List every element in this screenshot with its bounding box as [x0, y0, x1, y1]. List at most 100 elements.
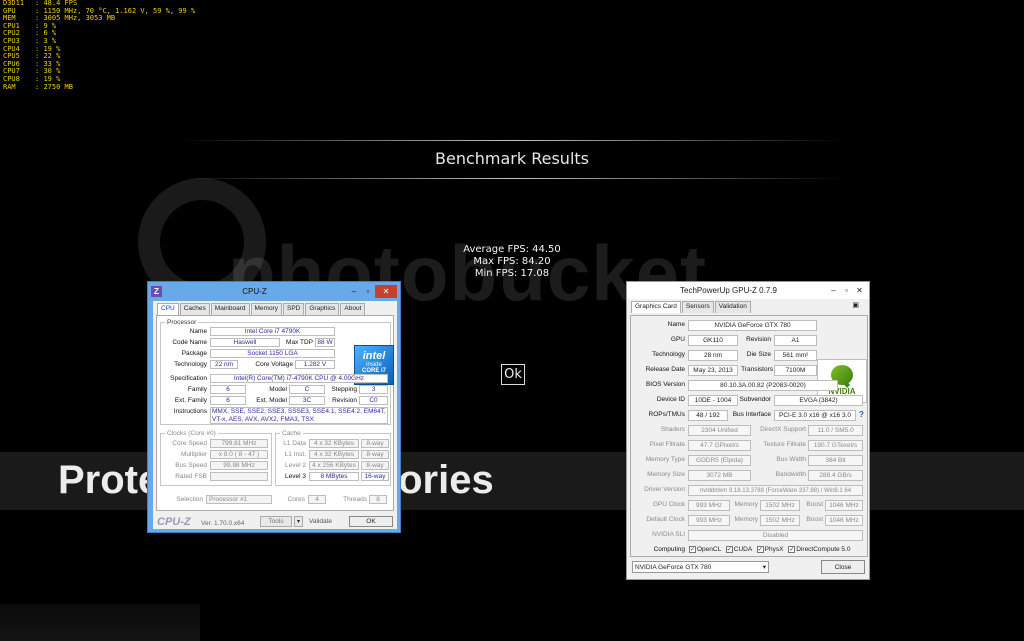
validate-button[interactable]: Validate [309, 518, 332, 525]
sli-label: NVIDIA SLI [652, 531, 685, 538]
tab-graphics[interactable]: Graphics [305, 303, 340, 315]
osd-line: CPU8: 19 % [3, 75, 195, 84]
l2-way: 8-way [361, 461, 389, 470]
codename-label: Code Name [172, 339, 207, 346]
camera-icon[interactable]: ▣ [852, 301, 859, 313]
tools-dropdown-icon[interactable]: ▾ [294, 516, 303, 527]
benchmark-title: Benchmark Results [435, 149, 589, 168]
card-select-dropdown[interactable]: NVIDIA GeForce GTX 780 ▾ [632, 561, 769, 573]
extfamily-value: 6 [210, 396, 246, 405]
divider-bottom [180, 178, 845, 179]
directcompute-checkbox[interactable]: ✓ [788, 546, 796, 553]
maximize-icon[interactable]: ▫ [361, 287, 375, 296]
corespeed-label: Core Speed [172, 440, 207, 447]
tab-mainboard[interactable]: Mainboard [210, 303, 250, 315]
minimize-icon[interactable]: – [827, 286, 840, 295]
memtype-label: Memory Type [645, 456, 685, 463]
deviceid-value: 10DE - 1004 [688, 395, 738, 406]
stepping-value: 3 [359, 385, 388, 394]
memsize-label: Memory Size [647, 471, 685, 478]
l2-label: Level 2 [285, 462, 306, 469]
maximize-icon[interactable]: ▫ [840, 286, 853, 295]
transistors-label: Transistors [741, 366, 773, 373]
minimize-icon[interactable]: – [347, 287, 361, 296]
row-driver: Driver Version nvlddmkm 9.18.13.3788 (Fo… [635, 484, 871, 497]
row-rops: ROPs/TMUs 48 / 192 Bus Interface PCI-E 3… [635, 409, 871, 422]
memory-value: 1502 MHz [760, 500, 800, 511]
tab-caches[interactable]: Caches [179, 303, 210, 315]
close-icon[interactable]: ✕ [853, 286, 866, 295]
family-label: Family [187, 386, 207, 393]
defboost-value: 1046 MHz [825, 515, 863, 526]
sli-value: Disabled [688, 530, 863, 541]
gpuz-close-button[interactable]: Close [821, 560, 865, 574]
opencl-checkbox[interactable]: ✓ [689, 546, 696, 553]
cpuz-titlebar[interactable]: Z CPU-Z – ▫ ✕ [148, 282, 400, 300]
memory-label: Memory [734, 501, 758, 508]
maxtdp-label: Max TDP [286, 339, 313, 346]
extmodel-label: Ext. Model [256, 397, 287, 404]
l1i-value: 4 x 32 KBytes [309, 450, 359, 459]
l1i-way: 8-way [361, 450, 389, 459]
bios-save-icon[interactable]: ◆ [844, 380, 850, 389]
corespeed-value: 799.81 MHz [210, 439, 268, 448]
cuda-label: CUDA [733, 546, 752, 554]
benchmark-ok-button[interactable]: Ok [501, 364, 525, 385]
row-defclock: Default Clock 993 MHz Memory 1502 MHz Bo… [635, 514, 871, 527]
row-name: Name NVIDIA GeForce GTX 780 [635, 319, 871, 332]
row-deviceid: Device ID 10DE - 1004 Subvendor EVGA (38… [635, 394, 871, 407]
max-fps: Max FPS: 84.20 [473, 256, 551, 267]
revision-value: C0 [359, 396, 388, 405]
cpuz-window: Z CPU-Z – ▫ ✕ CPU Caches Mainboard Memor… [147, 281, 401, 533]
tab-cpu[interactable]: CPU [157, 303, 179, 315]
clocks-group: Clocks (Core #0) Core Speed 799.81 MHz M… [160, 430, 272, 486]
l1d-label: L1 Data [283, 440, 306, 447]
tab-graphics-card[interactable]: Graphics Card [631, 301, 681, 313]
defboost-label: Boost [806, 516, 823, 523]
multiplier-label: Multiplier [180, 451, 207, 458]
revision-label: Revision [332, 397, 357, 404]
tab-validation[interactable]: Validation [714, 301, 751, 313]
defclock-value: 993 MHz [688, 515, 730, 526]
cpuz-ok-button[interactable]: OK [349, 516, 393, 527]
directcompute-label: DirectCompute 5.0 [796, 546, 851, 554]
gpu-name-value: NVIDIA GeForce GTX 780 [688, 320, 817, 331]
boost-value: 1046 MHz [825, 500, 863, 511]
bios-value: 80.10.3A.00.82 (P2083-0020) [688, 380, 838, 391]
shaders-value: 2304 Unified [688, 425, 751, 436]
instructions-label: Instructions [173, 408, 207, 415]
cpu-name-value: Intel Core i7 4790K [210, 327, 335, 336]
shaders-label: Shaders [660, 426, 685, 433]
l3-label: Level 3 [285, 473, 306, 480]
tools-button[interactable]: Tools [260, 516, 292, 527]
pixel-label: Pixel Fillrate [649, 441, 685, 448]
texture-value: 190.7 GTexel/s [808, 440, 863, 451]
tab-memory[interactable]: Memory [250, 303, 282, 315]
threads-label: Threads [343, 496, 367, 503]
family-value: 6 [210, 385, 246, 394]
physx-checkbox[interactable]: ✓ [756, 546, 764, 553]
cuda-checkbox[interactable]: ✓ [725, 546, 733, 553]
spec-value: Intel(R) Core(TM) i7-4790K CPU @ 4.00GHz [210, 374, 388, 383]
tab-sensors[interactable]: Sensors [681, 301, 714, 313]
businterface-label: Bus Interface [732, 411, 771, 418]
driver-label: Driver Version [644, 486, 685, 493]
codename-value: Haswell [210, 338, 280, 347]
selection-dropdown[interactable]: Processor #1 [206, 495, 272, 504]
boost-label: Boost [806, 501, 823, 508]
average-fps: Average FPS: 44.50 [463, 244, 561, 255]
rops-label: ROPs/TMUs [648, 411, 685, 418]
gpuz-window: TechPowerUp GPU-Z 0.7.9 – ▫ ✕ Graphics C… [626, 281, 870, 580]
background-shadow [0, 604, 200, 641]
close-icon[interactable]: ✕ [375, 284, 397, 298]
osd-overlay: D3D11: 48.4 FPS GPU: 1150 MHz, 70 °C, 1.1… [3, 0, 195, 91]
osd-line: CPU7: 30 % [3, 68, 195, 76]
technology-value: 28 nm [688, 350, 738, 361]
help-icon[interactable]: ? [859, 410, 864, 419]
technology-label: Technology [174, 361, 207, 368]
intel-brand: intel [362, 350, 386, 362]
extmodel-value: 3C [289, 396, 325, 405]
tab-about[interactable]: About [340, 303, 366, 315]
gpuz-titlebar[interactable]: TechPowerUp GPU-Z 0.7.9 – ▫ ✕ [627, 282, 869, 299]
tab-spd[interactable]: SPD [282, 303, 305, 315]
